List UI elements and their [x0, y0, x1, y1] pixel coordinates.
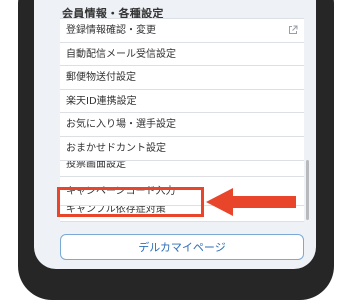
- menu-item-postal-settings[interactable]: 郵便物送付設定: [60, 66, 304, 90]
- menu-item-label: お気に入り場・選手設定: [66, 119, 176, 131]
- external-link-icon: [289, 25, 298, 34]
- menu-item-mail-settings[interactable]: 自動配信メール受信設定: [60, 43, 304, 67]
- menu-item-favorites[interactable]: お気に入り場・選手設定: [60, 113, 304, 137]
- menu-item-vote-screen[interactable]: 投票画面設定: [60, 161, 304, 177]
- menu-item-label: 郵便物送付設定: [66, 72, 136, 84]
- scrollbar[interactable]: [306, 160, 309, 220]
- menu-item-label: 投票画面設定: [66, 160, 126, 170]
- app-screen: 会員情報・各種設定 登録情報確認・変更 自動配信メール受信設定 郵便物送付設定 …: [34, 0, 316, 269]
- menu-item-omakase[interactable]: おまかせドカント設定: [60, 137, 304, 161]
- menu-item-label: 登録情報確認・変更: [66, 25, 156, 36]
- arrow-left-icon: [206, 188, 296, 216]
- menu-item-label: 楽天ID連携設定: [66, 95, 137, 107]
- menu-item-label: おまかせドカント設定: [66, 142, 166, 154]
- menu-item-label: 自動配信メール受信設定: [66, 48, 176, 60]
- menu-item-rakuten-id[interactable]: 楽天ID連携設定: [60, 90, 304, 114]
- menu-item-registration[interactable]: 登録情報確認・変更: [60, 19, 304, 43]
- highlight-box: [57, 187, 204, 217]
- delca-mypage-button[interactable]: デルカマイページ: [60, 234, 304, 260]
